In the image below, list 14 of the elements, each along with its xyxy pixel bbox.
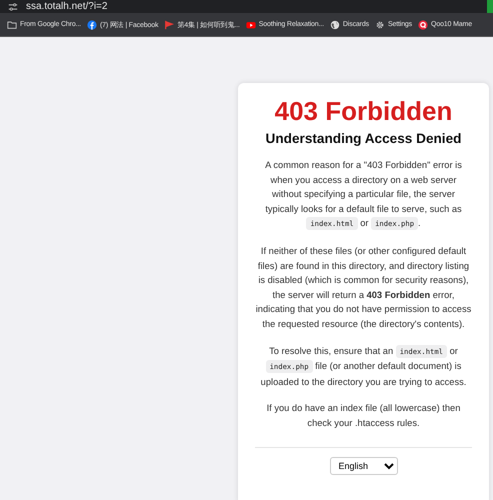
paragraph: If you do have an index file (all lowercase) then check your .htaccess rules.	[266, 402, 462, 430]
settings-icon	[374, 20, 385, 30]
globe-icon	[330, 20, 340, 30]
paragraph: If neither of these files (or other configured default files) are found in this directory, and directory listing is disabled (which is common for security reasons), the server will return a 403 Forbidden error, indicating that you do not have permission to access the requested resource (the directory's contents).	[255, 244, 472, 331]
q-logo-icon	[418, 20, 428, 30]
subtitle: Understanding Access Denied	[266, 131, 462, 146]
language-select[interactable]: English	[330, 456, 398, 474]
play-icon	[246, 20, 256, 30]
address-bar-url[interactable]: ssa.totalh.net/?i=2	[26, 1, 108, 12]
flag-icon	[164, 20, 174, 30]
facebook-icon	[86, 20, 97, 30]
error-title: 403 Forbidden	[274, 95, 452, 127]
folder-icon	[7, 20, 17, 30]
site-settings-icon[interactable]	[8, 2, 18, 12]
